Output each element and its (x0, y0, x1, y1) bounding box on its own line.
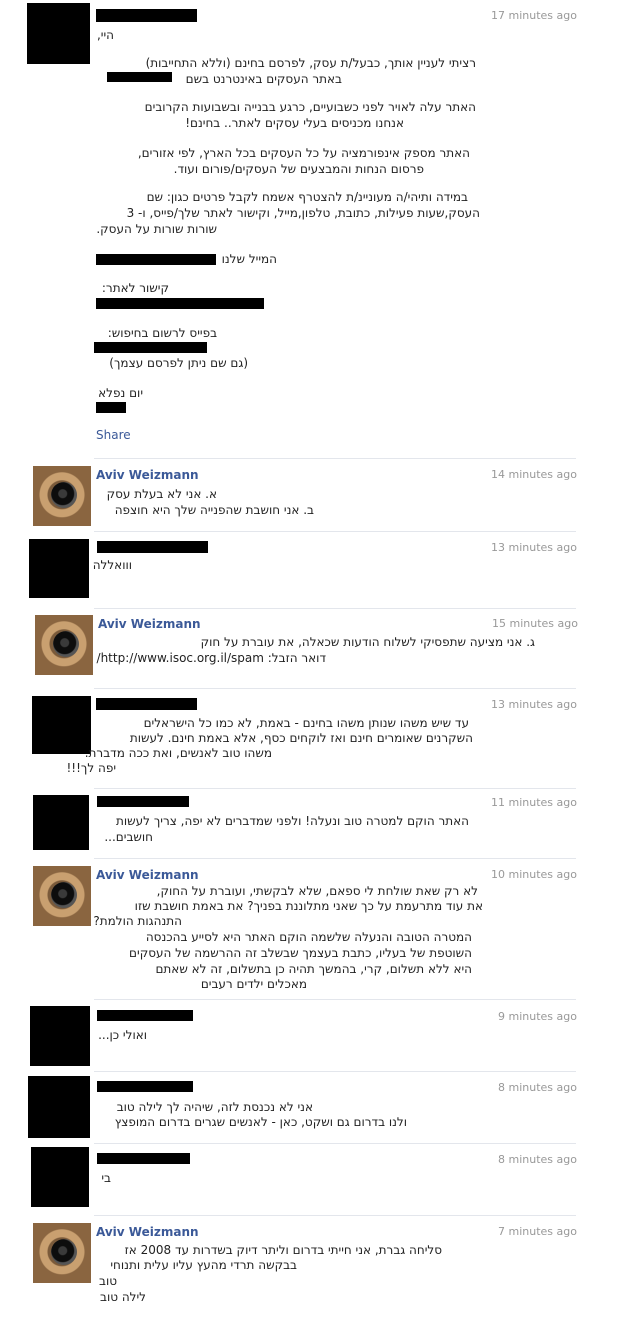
avatar[interactable] (31, 1147, 89, 1207)
avatar[interactable] (32, 696, 91, 754)
comment-line: האתר עלה לאויר לפני כשבועיים, כרגע בבניי… (144, 100, 476, 114)
divider (94, 788, 576, 789)
comment-line: א. אני לא בעלת עסק (106, 487, 217, 501)
comment-line: (גם שם ניתן לפרסם עצמך) (109, 356, 248, 370)
divider (94, 608, 576, 609)
avatar[interactable] (33, 1223, 91, 1283)
avatar[interactable] (27, 3, 90, 64)
redacted-link (96, 298, 264, 309)
divider (94, 1215, 576, 1216)
comment-line: העסק,שעות פעילות, כתובת, טלפון,מייל, וקי… (126, 206, 480, 220)
comment-line: אני לא נכנסת לזה, שיהיה לך לילה טוב (116, 1100, 313, 1114)
timestamp[interactable]: 17 minutes ago (491, 9, 577, 22)
divider (94, 999, 576, 1000)
comment-line: עד שיש משהו שנותן משהו בחינם - באמת, לא … (143, 716, 469, 730)
comment-line: יום נפלא (98, 386, 143, 400)
comment-line: השקרנים שאומרים חינם ואז לוקחים כסף, אלא… (129, 731, 473, 745)
timestamp[interactable]: 8 minutes ago (498, 1153, 577, 1166)
timestamp[interactable]: 15 minutes ago (492, 617, 578, 630)
comment-line: המייל שלנו (221, 252, 277, 266)
comment-line: במידה ותיהי/ה מעוניינ/ת להצטרף אשמח לקבל… (146, 190, 468, 204)
divider (94, 858, 576, 859)
comment-line: משהו טוב לאנשים, ואת ככה מדברת. (84, 746, 272, 760)
divider (94, 458, 576, 459)
avatar[interactable] (33, 795, 89, 850)
comment-line: שורות שורות על העסק. (96, 222, 217, 236)
comment-line: ווואללה (92, 558, 132, 572)
share-link[interactable]: Share (96, 428, 131, 442)
redacted-site-name (107, 72, 172, 82)
author-name[interactable]: Aviv Weizmann (96, 468, 199, 482)
comment-line: המטרה הטובה והנעלה שלשמה הוקם האתר היא ל… (145, 930, 472, 944)
divider (94, 1071, 576, 1072)
comment-line: היי, (96, 28, 114, 42)
comment-line: לילה טוב (100, 1290, 146, 1304)
redacted-name (96, 9, 197, 22)
timestamp[interactable]: 10 minutes ago (491, 868, 577, 881)
comment-line: את עוד מתרעמת על כך שאני מתלוננת בפניך? … (134, 899, 483, 913)
timestamp[interactable]: 13 minutes ago (491, 541, 577, 554)
avatar[interactable] (33, 466, 91, 526)
comment-line: באתר העסקים באינטרנט בשם (185, 72, 342, 86)
comment-line: אנחנו מכניסים בעלי עסקים לאתר.. בחינם! (185, 116, 404, 130)
comment-line: קישור לאתר: (101, 281, 169, 295)
comment-line: פרסום הנחות והמבצעים של העסקים/פורום ועו… (173, 162, 424, 176)
redacted-email (96, 254, 216, 265)
comment-line: בי (101, 1171, 111, 1185)
redacted-name (97, 796, 189, 807)
timestamp[interactable]: 14 minutes ago (491, 468, 577, 481)
comment-line: ואולי כן... (98, 1028, 147, 1042)
comment-line: טוב (99, 1274, 117, 1288)
comment-line: בפייס לרשום בחיפוש: (107, 326, 217, 340)
comment-line: מאכלים ילדים רעבים (200, 977, 307, 991)
comment-line: יפה לך!!! (66, 761, 116, 775)
comment-line: ולנו בדרום גם ושקט, כאן - לאנשים שגרים ב… (114, 1115, 407, 1129)
timestamp[interactable]: 13 minutes ago (491, 698, 577, 711)
timestamp[interactable]: 7 minutes ago (498, 1225, 577, 1238)
timestamp[interactable]: 9 minutes ago (498, 1010, 577, 1023)
redacted-name (97, 1153, 190, 1164)
author-name[interactable]: Aviv Weizmann (96, 868, 199, 882)
author-name[interactable]: Aviv Weizmann (98, 617, 201, 631)
comment-line: ג. אני מציעה שתפסיקי לשלוח הודעות שכאלה,… (200, 635, 535, 649)
redacted-name (97, 541, 208, 553)
redacted-name (97, 1081, 193, 1092)
comment-line: השוטפת של בעליו, כתבת בעצמך שבשלב זה ההר… (129, 946, 472, 960)
comment-line: חושבים... (104, 830, 153, 844)
avatar[interactable] (29, 539, 89, 598)
comment-line: לא רק שאת שולחת לי ספאם, שלא לבקשתי, ועו… (156, 884, 478, 898)
redacted-name (97, 1010, 193, 1021)
redacted-name (96, 698, 197, 710)
comment-line: האתר הוקם למטרה טוב ונעלה! ולפני שמדברים… (116, 814, 469, 828)
comment-line: דואר הזבל: http://www.isoc.org.il/spam/ (96, 651, 326, 665)
timestamp[interactable]: 11 minutes ago (491, 796, 577, 809)
timestamp[interactable]: 8 minutes ago (498, 1081, 577, 1094)
redacted-search-term (94, 342, 207, 353)
comment-line: האתר מספק אינפורמציה על כל העסקים בכל הא… (137, 146, 470, 160)
avatar[interactable] (35, 615, 93, 675)
divider (94, 531, 576, 532)
comment-line: רציתי לעניין אותך, כבעל/ת עסק, לפרסם בחי… (145, 56, 476, 70)
divider (94, 1143, 576, 1144)
comment-line: ב. אני חושבת שהפנייה שלך היא חוצפה (114, 503, 314, 517)
avatar[interactable] (28, 1076, 90, 1138)
avatar[interactable] (33, 866, 91, 926)
comment-line: התנהגות הולמת? (93, 914, 182, 928)
avatar[interactable] (30, 1006, 90, 1066)
divider (94, 688, 576, 689)
redacted-signature (96, 402, 126, 413)
comment-line: סליחה גברת, אני חייתי בדרום וליתר דיוק ב… (124, 1243, 442, 1257)
author-name[interactable]: Aviv Weizmann (96, 1225, 199, 1239)
comment-line: היא ללא תשלום, קרי, בהמשך תהיה כן בתשלום… (155, 962, 472, 976)
comment-line: בבקשה תרדי מהעץ עליו עלית ותנוחי (110, 1258, 297, 1272)
